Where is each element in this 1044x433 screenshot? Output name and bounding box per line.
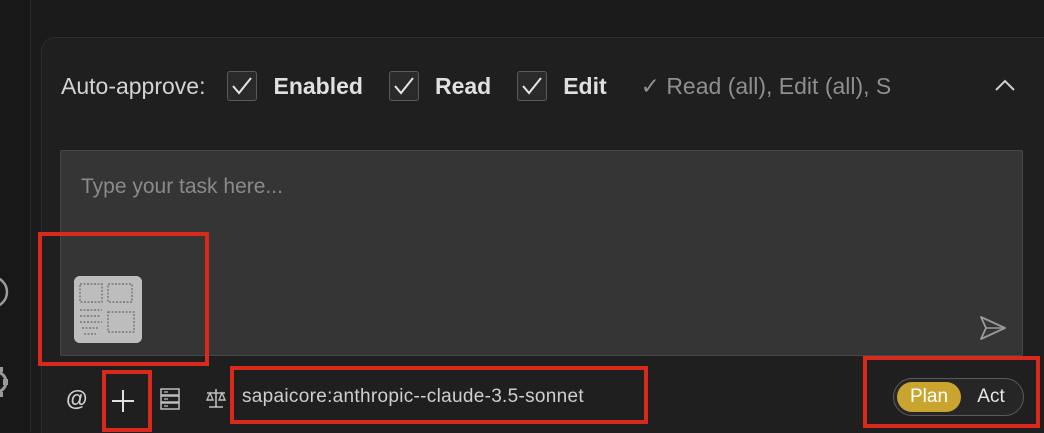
- checkmark-icon: [522, 77, 542, 95]
- circle-icon[interactable]: [0, 272, 10, 312]
- edit-checkbox[interactable]: [517, 71, 548, 101]
- model-highlight: [230, 366, 648, 424]
- scale-icon[interactable]: [204, 386, 228, 410]
- plus-highlight: [102, 370, 152, 432]
- task-input[interactable]: [79, 171, 963, 203]
- send-icon[interactable]: [978, 314, 1008, 342]
- mode-highlight: [863, 356, 1040, 428]
- enabled-checkbox-label[interactable]: Enabled: [273, 73, 362, 100]
- gear-icon[interactable]: [0, 364, 10, 400]
- auto-approve-summary[interactable]: ✓ Read (all), Edit (all), S: [641, 73, 891, 100]
- chevron-up-icon[interactable]: [992, 74, 1018, 96]
- thumbnail-highlight: [38, 232, 209, 366]
- auto-approve-bar[interactable]: Auto-approve: Enabled Read Edit ✓ Read (…: [61, 64, 1021, 108]
- checkmark-icon: [394, 77, 414, 95]
- checkmark-icon: [232, 77, 253, 95]
- at-icon[interactable]: @: [66, 386, 87, 412]
- read-checkbox-label[interactable]: Read: [435, 73, 491, 100]
- read-checkbox[interactable]: [388, 71, 419, 101]
- server-icon[interactable]: [160, 388, 180, 410]
- edit-checkbox-label[interactable]: Edit: [563, 73, 606, 100]
- auto-approve-label: Auto-approve:: [61, 72, 206, 99]
- enabled-checkbox[interactable]: [227, 71, 258, 101]
- activity-sidebar: [0, 0, 31, 432]
